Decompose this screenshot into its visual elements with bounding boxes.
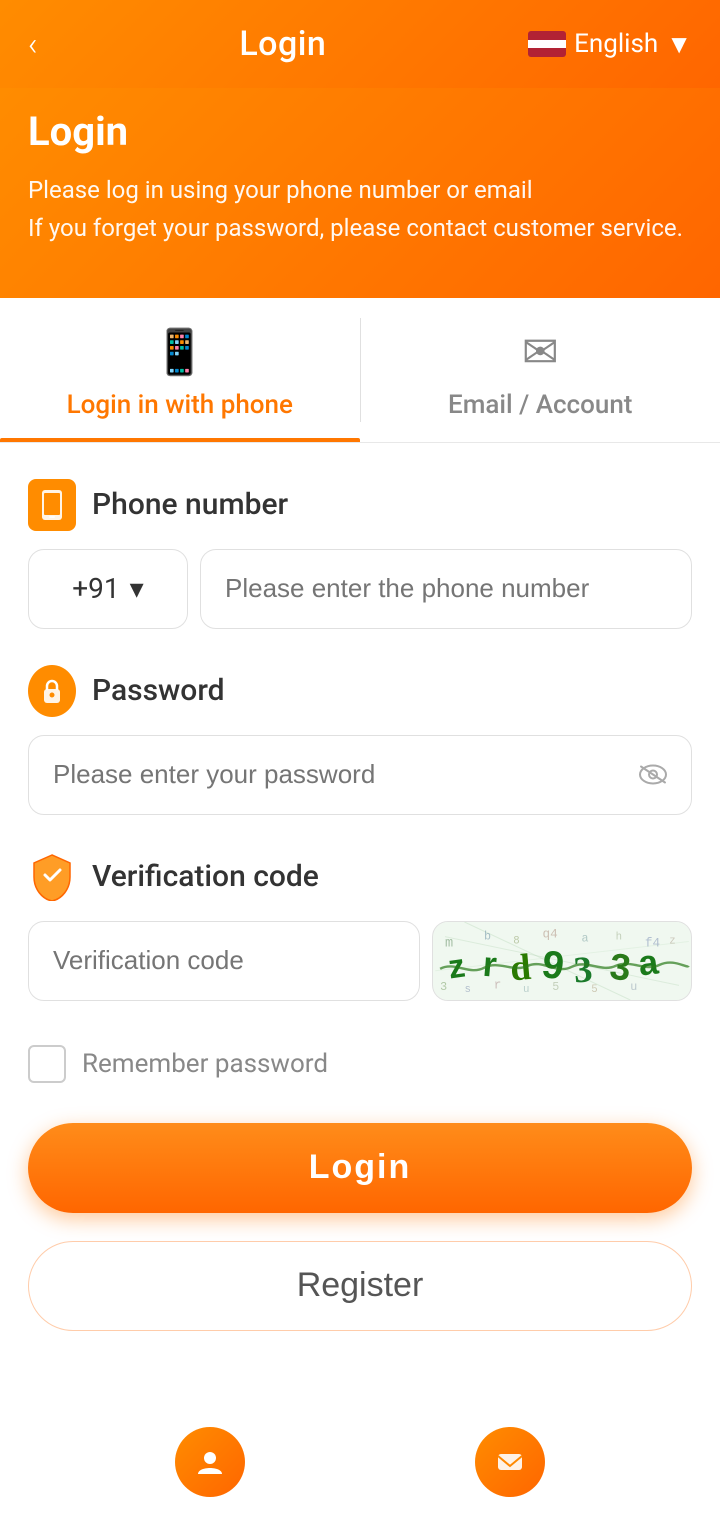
verification-field-section: Verification code m b 8 q4 a h bbox=[28, 851, 692, 1001]
phone-field-section: Phone number +91 ▾ bbox=[28, 479, 692, 629]
header-title: Login bbox=[239, 24, 326, 64]
header: ‹ Login English ▼ bbox=[0, 0, 720, 88]
bottom-icons bbox=[0, 1407, 720, 1527]
lock-icon bbox=[28, 665, 76, 717]
bottom-icon-left[interactable] bbox=[175, 1427, 245, 1497]
bottom-icon-right[interactable] bbox=[475, 1427, 545, 1497]
svg-text:3: 3 bbox=[572, 949, 593, 991]
verification-label: Verification code bbox=[92, 859, 319, 894]
verification-label-row: Verification code bbox=[28, 851, 692, 903]
register-button[interactable]: Register bbox=[28, 1241, 692, 1331]
hero-subtitle: Please log in using your phone number or… bbox=[28, 171, 692, 248]
svg-text:z: z bbox=[669, 935, 675, 947]
remember-checkbox[interactable] bbox=[28, 1045, 66, 1083]
phone-input-row: +91 ▾ bbox=[28, 549, 692, 629]
password-field-section: Password bbox=[28, 665, 692, 815]
tab-phone[interactable]: 📱 Login in with phone bbox=[0, 298, 360, 442]
email-tab-icon: ✉ bbox=[522, 326, 559, 378]
captcha-image[interactable]: m b 8 q4 a h f4 z 3 s r u 5 5 u bbox=[432, 921, 692, 1001]
phone-label-row: Phone number bbox=[28, 479, 692, 531]
back-button[interactable]: ‹ bbox=[28, 28, 38, 60]
phone-icon bbox=[28, 479, 76, 531]
remember-password-row: Remember password bbox=[28, 1037, 692, 1083]
remember-label: Remember password bbox=[82, 1049, 328, 1079]
language-label: English bbox=[574, 29, 658, 59]
phone-number-input[interactable] bbox=[200, 549, 692, 629]
flag-icon bbox=[528, 31, 566, 57]
svg-text:h: h bbox=[616, 931, 622, 943]
verification-row: m b 8 q4 a h f4 z 3 s r u 5 5 u bbox=[28, 921, 692, 1001]
form-area: Phone number +91 ▾ Password bbox=[0, 443, 720, 1407]
phone-tab-icon: 📱 bbox=[152, 326, 207, 378]
svg-text:u: u bbox=[630, 980, 637, 994]
password-input[interactable] bbox=[28, 735, 692, 815]
svg-text:3: 3 bbox=[440, 980, 447, 994]
verification-code-input[interactable] bbox=[28, 921, 420, 1001]
shield-icon bbox=[28, 851, 76, 903]
password-input-wrapper bbox=[28, 735, 692, 815]
svg-text:q4: q4 bbox=[543, 926, 558, 941]
tab-email[interactable]: ✉ Email / Account bbox=[361, 298, 720, 442]
country-code-selector[interactable]: +91 ▾ bbox=[28, 549, 188, 629]
password-label: Password bbox=[92, 673, 225, 708]
svg-text:8: 8 bbox=[513, 935, 519, 947]
svg-text:s: s bbox=[465, 984, 471, 996]
tabs-container: 📱 Login in with phone ✉ Email / Account bbox=[0, 298, 720, 443]
tab-phone-label: Login in with phone bbox=[67, 390, 293, 420]
hero-section: Login Please log in using your phone num… bbox=[0, 88, 720, 298]
password-label-row: Password bbox=[28, 665, 692, 717]
language-selector[interactable]: English ▼ bbox=[528, 29, 692, 60]
hero-title: Login bbox=[28, 108, 692, 155]
country-code-value: +91 bbox=[72, 572, 119, 605]
tab-email-label: Email / Account bbox=[448, 390, 632, 420]
svg-text:a: a bbox=[582, 931, 589, 945]
eye-toggle-icon[interactable] bbox=[638, 757, 668, 792]
chevron-down-icon: ▼ bbox=[666, 29, 692, 60]
login-button[interactable]: Login bbox=[28, 1123, 692, 1213]
dropdown-arrow-icon: ▾ bbox=[130, 572, 144, 605]
phone-label: Phone number bbox=[92, 487, 288, 522]
svg-text:b: b bbox=[484, 929, 491, 943]
